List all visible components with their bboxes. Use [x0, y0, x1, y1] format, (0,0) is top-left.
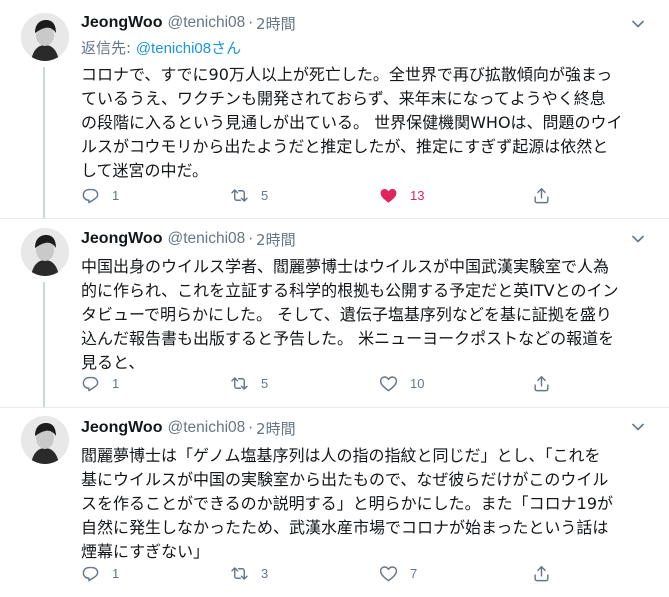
replying-to: 返信先: @tenichi08さん — [81, 37, 241, 58]
reply-button[interactable]: 1 — [81, 372, 119, 394]
heart-icon — [380, 188, 397, 203]
tweet[interactable]: JeongWoo @tenichi08 · 2時間 中国出身のウイルス学者、閻麗… — [0, 218, 669, 407]
retweet-button[interactable]: 5 — [230, 184, 268, 206]
timestamp[interactable]: 2時間 — [256, 418, 296, 439]
reply-button[interactable]: 1 — [81, 562, 119, 584]
replying-suffix[interactable]: さん — [211, 40, 241, 57]
reply-count: 1 — [112, 187, 120, 203]
like-count: 13 — [410, 187, 425, 203]
heart-icon — [379, 565, 398, 581]
share-icon — [534, 375, 549, 391]
chevron-down-icon[interactable] — [631, 16, 645, 30]
timestamp[interactable]: 2時間 — [256, 13, 296, 34]
share-button[interactable] — [532, 372, 551, 394]
tweet-text-line: タビューで明らかにした。 そして、遺伝子塩基序列などを基に証拠を盛り — [81, 305, 612, 324]
chevron-down-icon[interactable] — [631, 419, 645, 433]
like-button[interactable]: 7 — [379, 562, 417, 584]
user-handle[interactable]: @tenichi08 — [167, 14, 245, 32]
tweet-text-line: ルスがコウモリから出たようだと推定したが、推定にすぎず起源は依然と — [81, 137, 609, 156]
tweet-text-line: 込んだ報告書も出版すると予告した。 米ニューヨークポストなどの報道を — [81, 329, 615, 348]
user-handle[interactable]: @tenichi08 — [167, 419, 245, 437]
tweet-header: JeongWoo @tenichi08 · 2時間 — [81, 228, 296, 250]
reply-icon — [82, 376, 99, 391]
avatar[interactable] — [21, 228, 69, 276]
retweet-count: 3 — [261, 565, 269, 581]
share-icon — [534, 565, 549, 581]
separator-dot: · — [248, 419, 254, 437]
timestamp[interactable]: 2時間 — [256, 229, 296, 250]
tweet-text-line: 的に作られ、これを立証する科学的根拠も公開する予定だと英ITVとのイン — [81, 281, 619, 300]
display-name[interactable]: JeongWoo — [81, 14, 162, 32]
tweet-text-line: の段階に入るという見通しが出ている。 世界保健機関WHOは、問題のウイ — [81, 113, 623, 132]
tweet-text-line: スを作ることができるのか説明する」と明らかにした。また「コロナ19が — [81, 494, 614, 513]
tweet-text-line: 中国出身のウイルス学者、閻麗夢博士はウイルスが中国武漢実験室で人為 — [81, 257, 610, 276]
tweet-header: JeongWoo @tenichi08 · 2時間 — [81, 12, 296, 34]
tweet-text-line: 煙幕にすぎない」 — [81, 542, 210, 561]
tweet[interactable]: JeongWoo @tenichi08 · 2時間 閻麗夢博士は「ゲノム塩基序列… — [0, 407, 669, 597]
retweet-button[interactable]: 5 — [230, 372, 268, 394]
like-count: 10 — [410, 375, 425, 391]
separator-dot: · — [248, 230, 254, 248]
replying-to-link[interactable]: @tenichi08 — [136, 40, 211, 57]
tweet-actions: 1 3 7 — [81, 562, 561, 584]
tweet-text-line: コロナで、すでに90万人以上が死亡した。全世界で再び拡散傾向が強まっ — [81, 65, 613, 84]
tweet-text-line: して迷宮の中だ。 — [81, 161, 209, 180]
reply-icon — [82, 188, 99, 203]
tweet-text: 中国出身のウイルス学者、閻麗夢博士はウイルスが中国武漢実験室で人為 的に作られ、… — [81, 255, 659, 375]
display-name[interactable]: JeongWoo — [81, 419, 162, 437]
replying-prefix: 返信先: — [81, 39, 136, 57]
reply-count: 1 — [112, 565, 120, 581]
retweet-button[interactable]: 3 — [230, 562, 268, 584]
avatar[interactable] — [21, 13, 69, 61]
tweet-actions: 1 5 10 — [81, 372, 561, 394]
tweet-text-line: ているうえ、ワクチンも開発されておらず、来年末になってようやく終息 — [81, 89, 606, 108]
like-button[interactable]: 10 — [379, 372, 424, 394]
retweet-icon — [231, 376, 248, 390]
separator-dot: · — [248, 14, 254, 32]
chevron-down-icon[interactable] — [631, 231, 645, 245]
tweet-text: 閻麗夢博士は「ゲノム塩基序列は人の指の指紋と同じだ」とし、「これを 基にウイルス… — [81, 444, 659, 564]
tweet-text: コロナで、すでに90万人以上が死亡した。全世界で再び拡散傾向が強まっ ているうえ… — [81, 63, 659, 183]
thread-connector — [43, 282, 45, 407]
tweet-text-line: 閻麗夢博士は「ゲノム塩基序列は人の指の指紋と同じだ」とし、「これを — [81, 446, 601, 465]
display-name[interactable]: JeongWoo — [81, 230, 162, 248]
tweet-text-line: 自然に発生しなかったため、武漢水産市場でコロナが始まったという話は — [81, 518, 609, 537]
avatar[interactable] — [21, 416, 69, 464]
reply-button[interactable]: 1 — [81, 184, 119, 206]
retweet-icon — [231, 566, 248, 580]
retweet-count: 5 — [261, 187, 269, 203]
tweet[interactable]: JeongWoo @tenichi08 · 2時間 返信先: @tenichi0… — [0, 0, 669, 218]
share-icon — [534, 187, 549, 203]
reply-count: 1 — [112, 375, 120, 391]
tweet-text-line: 基にウイルスが中国の実験室から出たもので、なぜ彼らだけがこのウイル — [81, 470, 609, 489]
tweet-header: JeongWoo @tenichi08 · 2時間 — [81, 417, 296, 439]
like-button[interactable]: 13 — [379, 184, 424, 206]
heart-icon — [379, 375, 398, 391]
tweet-thread: JeongWoo @tenichi08 · 2時間 返信先: @tenichi0… — [0, 0, 669, 597]
tweet-actions: 1 5 13 — [81, 184, 561, 206]
share-button[interactable] — [532, 562, 551, 584]
retweet-icon — [231, 188, 248, 202]
retweet-count: 5 — [261, 375, 269, 391]
thread-connector — [43, 67, 45, 218]
user-handle[interactable]: @tenichi08 — [167, 230, 245, 248]
share-button[interactable] — [532, 184, 551, 206]
like-count: 7 — [410, 565, 418, 581]
reply-icon — [82, 566, 99, 581]
